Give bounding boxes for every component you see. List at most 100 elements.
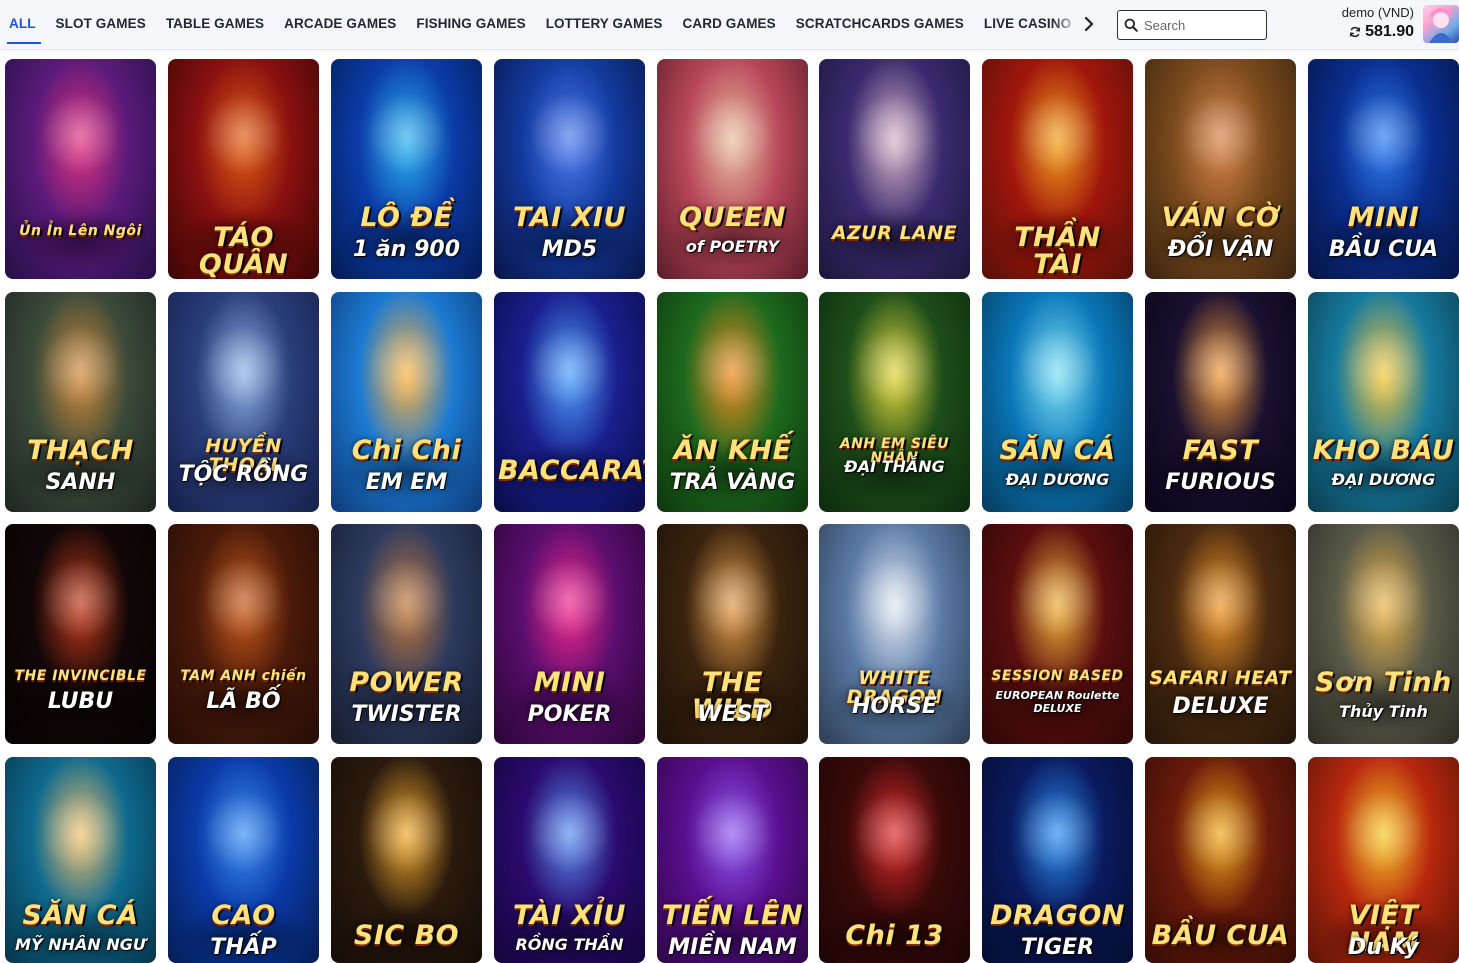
balance-row: 581.90 — [1300, 23, 1414, 41]
game-title: QUEEN — [679, 202, 786, 233]
game-subtitle: FURIOUS — [1165, 470, 1276, 495]
search-box[interactable] — [1117, 10, 1267, 40]
game-art — [819, 292, 970, 512]
game-subtitle: ĐẠI DƯƠNG — [1331, 470, 1436, 489]
tabs-next-button[interactable] — [1078, 12, 1100, 36]
refresh-icon[interactable] — [1348, 25, 1362, 39]
game-card[interactable]: TAM ANH chiến LÃ BỐ — [168, 524, 319, 744]
game-card[interactable]: Chi 13 — [819, 757, 970, 963]
user-info: demo (VND) 581.90 — [1300, 4, 1414, 41]
game-card[interactable]: VIỆT NAM Du Ký — [1308, 757, 1459, 963]
game-subtitle: HORSE — [852, 694, 937, 719]
game-title: DRAGON — [990, 900, 1125, 931]
game-card[interactable]: SAFARI HEAT DELUXE — [1145, 524, 1296, 744]
game-card[interactable]: FAST FURIOUS — [1145, 292, 1296, 512]
game-art — [819, 59, 970, 279]
game-title: SESSION BASED — [991, 668, 1124, 684]
tab-card-games[interactable]: CARD GAMES — [673, 0, 786, 48]
game-art — [168, 757, 319, 963]
game-card[interactable]: DRAGON TIGER — [982, 757, 1133, 963]
game-subtitle: EM EM — [365, 470, 448, 495]
search-icon — [1118, 12, 1144, 38]
game-title: SIC BO — [353, 920, 460, 951]
game-subtitle: TWISTER — [351, 702, 462, 727]
game-title: VÁN CỜ — [1161, 202, 1280, 233]
game-card[interactable]: THẠCH SANH — [5, 292, 156, 512]
game-card[interactable]: MINI BẦU CUA — [1308, 59, 1459, 279]
game-card[interactable]: SĂN CÁ MỸ NHÂN NGƯ — [5, 757, 156, 963]
tab-fishing-games[interactable]: FISHING GAMES — [406, 0, 535, 48]
game-title: THẦN TÀI — [1014, 222, 1101, 279]
game-subtitle: TRẢ VÀNG — [669, 470, 796, 495]
game-card[interactable]: Sơn Tinh Thủy Tinh — [1308, 524, 1459, 744]
tab-lottery-games[interactable]: LOTTERY GAMES — [536, 0, 673, 48]
tab-arcade-games[interactable]: ARCADE GAMES — [274, 0, 406, 48]
game-title: THE INVINCIBLE — [14, 668, 147, 684]
tab-table-games[interactable]: TABLE GAMES — [156, 0, 274, 48]
game-subtitle: THẤP — [210, 935, 277, 960]
game-title: TIẾN LÊN — [661, 900, 804, 931]
game-card[interactable]: SIC BO — [331, 757, 482, 963]
game-subtitle: POKER — [527, 702, 612, 727]
game-card[interactable]: TÀI XỈU RỒNG THẦN — [494, 757, 645, 963]
game-card[interactable]: VÁN CỜ ĐỔI VẬN — [1145, 59, 1296, 279]
game-card[interactable]: HUYỀN THOẠI TỘC RỒNG — [168, 292, 319, 512]
tab-all[interactable]: ALL — [0, 0, 46, 48]
game-card[interactable]: SĂN CÁ ĐẠI DƯƠNG — [982, 292, 1133, 512]
game-title: LÔ ĐỀ — [360, 202, 453, 233]
balance-amount: 581.90 — [1365, 23, 1414, 40]
game-card[interactable]: BACCARAT — [494, 292, 645, 512]
tab-slot-games[interactable]: SLOT GAMES — [46, 0, 156, 48]
tab-scratchcards-games[interactable]: SCRATCHCARDS GAMES — [786, 0, 974, 48]
game-title: ĂN KHẾ — [673, 435, 792, 466]
game-title: AZUR LANE — [831, 222, 958, 244]
game-subtitle: MIỀN NAM — [668, 935, 797, 960]
game-subtitle: LÃ BỐ — [206, 689, 281, 714]
game-subtitle: DELUXE — [1172, 694, 1269, 719]
game-subtitle: BẦU CUA — [1328, 237, 1439, 262]
game-subtitle: Thủy Tinh — [1339, 702, 1428, 721]
game-card[interactable]: CAO THẤP — [168, 757, 319, 963]
game-card[interactable]: AZUR LANE — [819, 59, 970, 279]
game-card[interactable]: KHO BÁU ĐẠI DƯƠNG — [1308, 292, 1459, 512]
game-title: FAST — [1182, 435, 1259, 466]
game-subtitle: EUROPEAN Roulette DELUXE — [995, 689, 1120, 715]
game-subtitle: TỘC RỒNG — [178, 462, 309, 487]
game-card[interactable]: MINI POKER — [494, 524, 645, 744]
game-art — [982, 757, 1133, 963]
game-subtitle: ĐỔI VẬN — [1167, 237, 1274, 262]
game-title: POWER — [349, 667, 464, 698]
game-art — [5, 59, 156, 279]
game-title: BẦU CUA — [1151, 920, 1290, 951]
game-card[interactable]: ANH EM SIÊU NHÂN ĐẠI THẮNG — [819, 292, 970, 512]
game-title: BACCARAT — [498, 455, 645, 486]
game-card[interactable]: ĂN KHẾ TRẢ VÀNG — [657, 292, 808, 512]
game-card[interactable]: Ủn Ỉn Lên Ngôi — [5, 59, 156, 279]
game-card[interactable]: TIẾN LÊN MIỀN NAM — [657, 757, 808, 963]
game-subtitle: WEST — [697, 702, 768, 727]
game-card[interactable]: LÔ ĐỀ 1 ăn 900 — [331, 59, 482, 279]
game-title: MINI — [533, 667, 606, 698]
game-card[interactable]: Chi Chi EM EM — [331, 292, 482, 512]
avatar[interactable] — [1423, 5, 1459, 43]
game-subtitle: TIGER — [1020, 935, 1095, 960]
game-title: THẠCH — [27, 435, 134, 466]
game-subtitle: MỸ NHÂN NGƯ — [15, 935, 146, 954]
search-input[interactable] — [1144, 17, 1254, 33]
game-subtitle: ĐẠI THẮNG — [844, 457, 945, 476]
game-card[interactable]: SESSION BASED EUROPEAN Roulette DELUXE — [982, 524, 1133, 744]
game-card[interactable]: BẦU CUA — [1145, 757, 1296, 963]
game-card[interactable]: THE WILD WEST — [657, 524, 808, 744]
game-card[interactable]: QUEEN of POETRY — [657, 59, 808, 279]
game-title: Sơn Tinh — [1315, 667, 1452, 698]
game-card[interactable]: THE INVINCIBLE LUBU — [5, 524, 156, 744]
username: demo (VND) — [1341, 5, 1414, 20]
game-card[interactable]: POWER TWISTER — [331, 524, 482, 744]
game-card[interactable]: TÁO QUÂN — [168, 59, 319, 279]
game-card[interactable]: THẦN TÀI — [982, 59, 1133, 279]
game-card[interactable]: WHITE DRAGON HORSE — [819, 524, 970, 744]
game-subtitle: RỒNG THẦN — [515, 935, 624, 954]
top-navigation-bar: ALL SLOT GAMES TABLE GAMES ARCADE GAMES … — [0, 0, 1459, 50]
game-subtitle: MD5 — [541, 237, 598, 262]
game-card[interactable]: TAI XIU MD5 — [494, 59, 645, 279]
